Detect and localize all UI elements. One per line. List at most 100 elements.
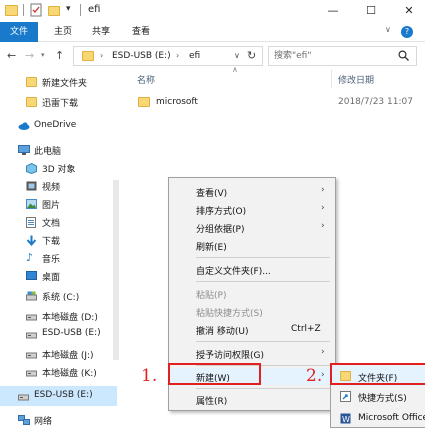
- sidebar-item-label: 桌面: [42, 273, 61, 283]
- minimize-button[interactable]: —: [315, 0, 351, 22]
- back-arrow-icon[interactable]: ←: [7, 49, 16, 62]
- ribbon-expand-icon[interactable]: ∨: [385, 25, 391, 34]
- menu-item-give-access[interactable]: 授予访问权限(G) ›: [169, 345, 335, 362]
- menu-item-customize-folder[interactable]: 自定义文件夹(F)...: [169, 261, 335, 278]
- search-icon[interactable]: [398, 50, 409, 64]
- search-input[interactable]: [274, 50, 394, 62]
- menu-item-group-by[interactable]: 分组依据(P) ›: [169, 219, 335, 236]
- search-box[interactable]: [268, 46, 417, 66]
- chevron-right-icon: ›: [321, 185, 325, 195]
- document-icon: [26, 217, 37, 228]
- drive-icon: [26, 291, 37, 301]
- menu-separator: [196, 388, 330, 389]
- folder-icon: [26, 97, 37, 107]
- column-header-name[interactable]: 名称: [137, 73, 155, 86]
- sidebar-item-network[interactable]: 网络: [0, 410, 117, 428]
- menu-item-refresh[interactable]: 刷新(E): [169, 237, 335, 254]
- sidebar-item-documents[interactable]: 文档: [0, 212, 117, 232]
- tab-home[interactable]: 主页: [48, 22, 78, 42]
- sidebar-item-pictures[interactable]: 图片: [0, 194, 117, 214]
- menu-item-undo-move[interactable]: 撤消 移动(U) Ctrl+Z: [169, 321, 335, 338]
- usb-drive-icon: [18, 391, 29, 401]
- sidebar-item-local-k[interactable]: 本地磁盘 (K:): [0, 362, 117, 382]
- sidebar-item-xunlei[interactable]: 迅雷下载: [0, 92, 117, 112]
- column-header-date[interactable]: 修改日期: [338, 73, 374, 86]
- submenu-item-label: Microsoft Office: [358, 413, 425, 423]
- maximize-button[interactable]: ☐: [353, 0, 389, 22]
- recent-locations-icon[interactable]: ▾: [41, 51, 45, 59]
- sidebar-item-local-d[interactable]: 本地磁盘 (D:): [0, 306, 117, 326]
- sidebar-item-label: 视频: [42, 183, 61, 193]
- picture-icon: [26, 199, 37, 209]
- menu-item-label: 授予访问权限(G): [196, 351, 264, 361]
- breadcrumb-separator[interactable]: ›: [100, 51, 103, 60]
- menu-item-label: 自定义文件夹(F)...: [196, 267, 271, 277]
- submenu-item-office[interactable]: W Microsoft Office: [331, 408, 425, 428]
- window-title: efi: [88, 4, 101, 15]
- tab-view[interactable]: 查看: [126, 22, 156, 42]
- chevron-right-icon: ›: [321, 221, 325, 231]
- sidebar-item-esd-usb-root[interactable]: ESD-USB (E:): [0, 386, 117, 406]
- svg-text:W: W: [342, 415, 350, 424]
- sidebar-item-label: 本地磁盘 (D:): [42, 313, 98, 323]
- help-icon[interactable]: ?: [401, 26, 413, 38]
- sidebar-item-this-pc[interactable]: 此电脑: [0, 140, 117, 160]
- sidebar-item-label: 新建文件夹: [42, 79, 88, 89]
- address-dropdown-icon[interactable]: ∨: [234, 51, 240, 60]
- menu-item-label: 撤消 移动(U): [196, 327, 249, 337]
- folder-icon: [5, 3, 19, 17]
- separator: [23, 4, 24, 16]
- submenu-item-label: 快捷方式(S): [358, 394, 407, 404]
- step-label-1: 1.: [141, 366, 158, 386]
- word-icon: W: [340, 413, 351, 424]
- sidebar-item-desktop[interactable]: 桌面: [0, 266, 117, 286]
- refresh-icon[interactable]: ↻: [247, 49, 256, 62]
- sidebar-item-music[interactable]: ♪ 音乐: [0, 248, 117, 268]
- cube-icon: [26, 162, 37, 175]
- menu-item-paste: 粘贴(P): [169, 285, 335, 302]
- sidebar-item-videos[interactable]: 视频: [0, 176, 117, 196]
- title-bar: ▾ efi — ☐ ✕: [0, 0, 425, 22]
- customize-toolbar-icon[interactable]: ▾: [66, 4, 76, 18]
- sidebar-item-esd-usb[interactable]: ESD-USB (E:): [0, 324, 117, 344]
- breadcrumb-separator[interactable]: ›: [176, 51, 179, 60]
- sidebar-item-label: OneDrive: [34, 120, 77, 130]
- file-row[interactable]: microsoft 2018/7/23 11:07: [130, 94, 425, 112]
- address-bar[interactable]: › ESD-USB (E:) › efi ∨ ↻: [73, 46, 263, 66]
- navigation-pane: 新建文件夹 迅雷下载 OneDrive 此电脑 3D 对象 视频 图片 文档 下…: [0, 70, 120, 428]
- properties-icon[interactable]: [30, 3, 42, 17]
- sidebar-item-label: 此电脑: [34, 147, 62, 157]
- up-arrow-icon[interactable]: ↑: [55, 49, 64, 62]
- menu-item-label: 排序方式(O): [196, 207, 247, 217]
- tab-share[interactable]: 共享: [86, 22, 116, 42]
- column-divider[interactable]: [331, 70, 332, 88]
- desktop-icon: [26, 271, 37, 281]
- sidebar-item-label: ESD-USB (E:): [34, 390, 93, 400]
- breadcrumb-folder[interactable]: efi: [189, 51, 200, 61]
- sidebar-item-new-folder[interactable]: 新建文件夹: [0, 72, 117, 92]
- video-icon: [26, 181, 37, 191]
- sidebar-item-label: 图片: [42, 201, 61, 211]
- sidebar-item-local-j[interactable]: 本地磁盘 (J:): [0, 344, 117, 364]
- sidebar-item-label: 3D 对象: [42, 165, 76, 175]
- drive-icon: [26, 367, 37, 377]
- chevron-right-icon: ›: [321, 347, 325, 357]
- submenu-item-shortcut[interactable]: 快捷方式(S): [331, 386, 425, 406]
- close-button[interactable]: ✕: [391, 0, 425, 22]
- sidebar-scrollbar[interactable]: [113, 180, 119, 360]
- music-icon: ♪: [26, 251, 34, 264]
- forward-arrow-icon[interactable]: →: [25, 49, 34, 62]
- menu-item-view[interactable]: 查看(V) ›: [169, 183, 335, 200]
- sidebar-item-3d-objects[interactable]: 3D 对象: [0, 158, 117, 178]
- sidebar-item-downloads[interactable]: 下载: [0, 230, 117, 250]
- sidebar-item-label: 网络: [34, 417, 53, 427]
- breadcrumb-drive[interactable]: ESD-USB (E:): [112, 51, 171, 61]
- menu-item-label: 查看(V): [196, 189, 228, 199]
- sidebar-item-system-c[interactable]: 系统 (C:): [0, 286, 117, 306]
- computer-icon: [18, 145, 30, 155]
- sidebar-item-onedrive[interactable]: OneDrive: [0, 116, 117, 136]
- tab-file[interactable]: 文件: [0, 22, 38, 42]
- menu-item-properties[interactable]: 属性(R): [169, 391, 335, 408]
- new-folder-icon[interactable]: [48, 3, 61, 17]
- menu-item-sort-by[interactable]: 排序方式(O) ›: [169, 201, 335, 218]
